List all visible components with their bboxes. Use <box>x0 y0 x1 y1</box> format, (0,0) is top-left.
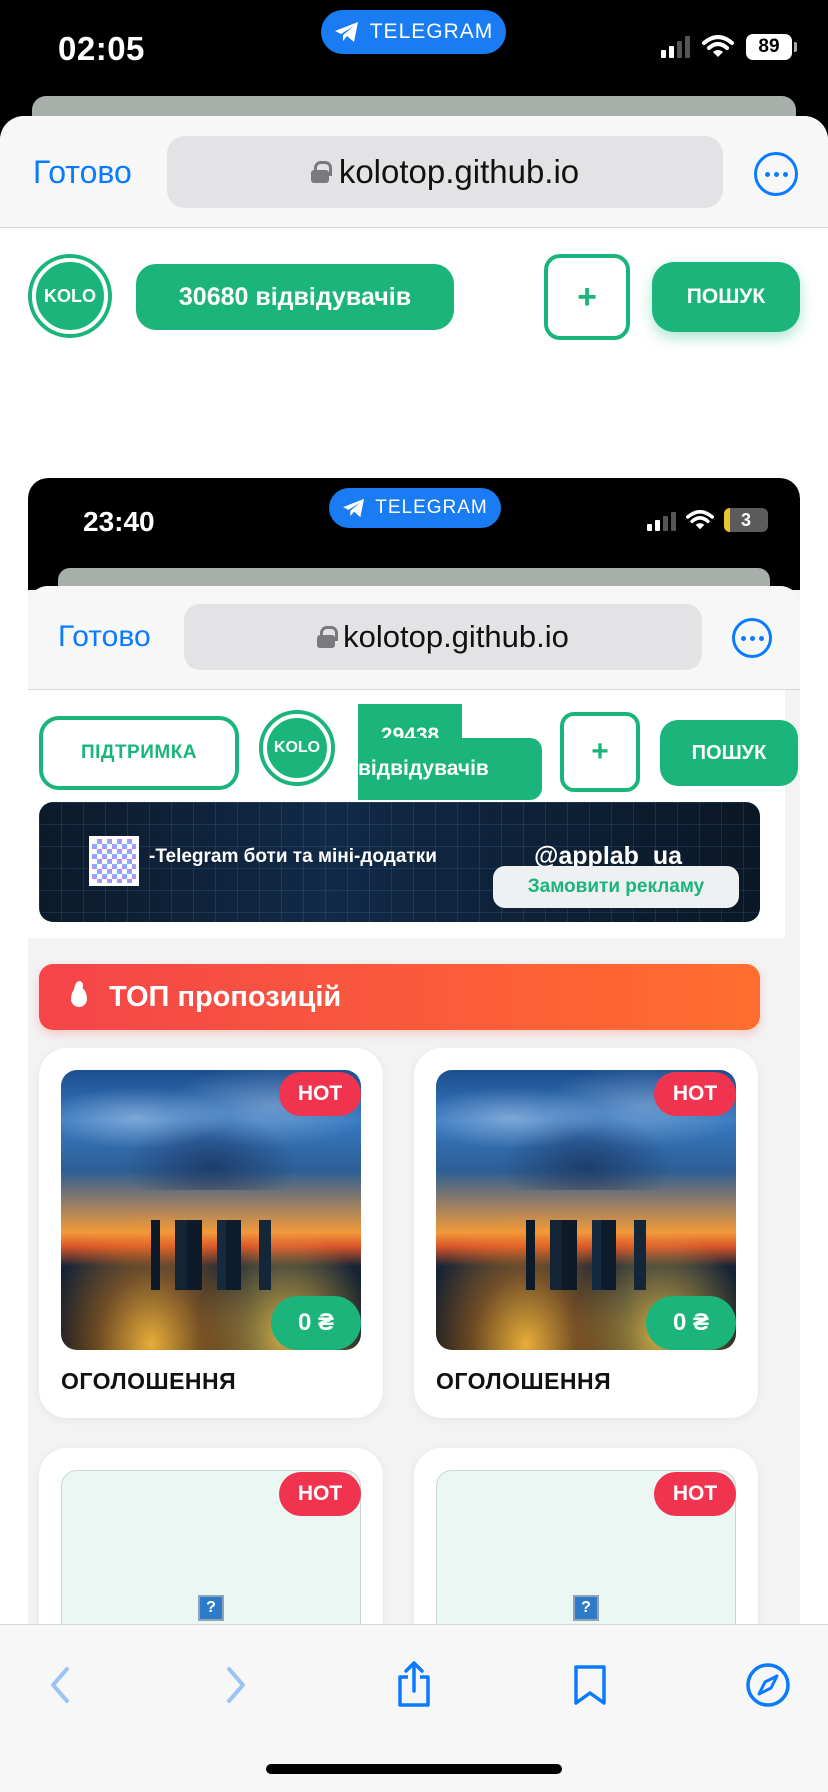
home-indicator <box>266 1764 562 1774</box>
price-badge: 0 ₴ <box>271 1296 361 1350</box>
web-page: KOLO 30680 відвідувачів + ПОШУК 23:40 TE… <box>0 228 828 1792</box>
inner-battery-icon: 3 <box>724 508 768 532</box>
broken-image-icon: ? <box>198 1595 224 1621</box>
inner-telegram-pill: TELEGRAM <box>329 488 501 528</box>
more-options-icon[interactable] <box>754 152 798 196</box>
inner-browser-sheet: Готово kolotop.github.io ПІДТРИМКА KOLO … <box>28 586 800 1742</box>
hot-badge: HOT <box>279 1472 361 1516</box>
inner-visitors-label: відвідувачів <box>358 738 542 800</box>
add-listing-button[interactable]: + <box>544 254 630 340</box>
share-icon[interactable] <box>384 1655 444 1715</box>
inner-add-button: + <box>560 712 640 792</box>
compass-icon[interactable] <box>738 1655 798 1715</box>
listing-card: HOT 0 ₴ ОГОЛОШЕННЯ <box>39 1048 383 1418</box>
telegram-return-pill[interactable]: TELEGRAM <box>321 10 506 54</box>
kolo-logo[interactable]: KOLO <box>28 254 112 338</box>
inner-status-indicators: 3 <box>647 508 768 532</box>
hot-badge: HOT <box>654 1472 736 1516</box>
telegram-icon <box>334 22 358 42</box>
search-button[interactable]: ПОШУК <box>652 262 800 332</box>
lock-icon <box>310 161 332 183</box>
kolo-logo-text: KOLO <box>32 258 108 334</box>
status-indicators: 89 <box>661 34 797 60</box>
visitors-counter: 30680 відвідувачів <box>136 264 454 330</box>
status-bar: 02:05 TELEGRAM 89 <box>0 0 828 100</box>
hot-badge: HOT <box>279 1072 361 1116</box>
flame-icon <box>71 987 87 1007</box>
inner-wifi-icon <box>686 509 714 529</box>
inner-browser-top-bar: Готово kolotop.github.io <box>28 586 800 690</box>
listing-card: HOT 0 ₴ ОГОЛОШЕННЯ <box>414 1048 758 1418</box>
order-ad-button: Замовити рекламу <box>493 866 739 908</box>
inner-address-bar: kolotop.github.io <box>184 604 702 670</box>
price-badge: 0 ₴ <box>646 1296 736 1350</box>
wifi-icon <box>702 35 734 57</box>
inner-done-button: Готово <box>58 620 151 653</box>
inner-url-text: kolotop.github.io <box>343 619 569 654</box>
inner-page-header: ПІДТРИМКА KOLO 29438 відвідувачів + ПОШУ… <box>28 690 798 938</box>
url-text: kolotop.github.io <box>338 153 580 190</box>
address-bar[interactable]: kolotop.github.io <box>167 136 723 208</box>
support-button: ПІДТРИМКА <box>39 716 239 790</box>
inner-search-button: ПОШУК <box>660 720 798 786</box>
browser-sheet: Готово kolotop.github.io KOLO 30680 відв… <box>0 116 828 1792</box>
listing-title: ОГОЛОШЕННЯ <box>436 1368 612 1394</box>
status-time: 02:05 <box>58 30 145 67</box>
hot-badge: HOT <box>654 1072 736 1116</box>
inner-telegram-icon <box>343 498 365 518</box>
battery-icon: 89 <box>746 34 797 60</box>
top-offers-title: ТОП пропозицій <box>109 980 342 1013</box>
done-button[interactable]: Готово <box>33 154 132 191</box>
qr-code-image <box>89 836 139 886</box>
browser-top-bar: Готово kolotop.github.io <box>0 116 828 228</box>
embedded-screenshot: 23:40 TELEGRAM 3 Готово kolotop.github.i… <box>28 478 800 1742</box>
signal-icon <box>661 36 690 58</box>
top-offers-header: ТОП пропозицій <box>39 964 760 1030</box>
ad-banner: -Telegram боти та міні-додатки @applab_u… <box>39 802 760 922</box>
inner-kolo-logo: KOLO <box>259 710 335 786</box>
inner-signal-icon <box>647 509 676 531</box>
inner-status-time: 23:40 <box>83 506 155 537</box>
banner-text: -Telegram боти та міні-додатки <box>149 846 437 867</box>
bookmarks-icon[interactable] <box>560 1655 620 1715</box>
back-icon[interactable] <box>30 1655 90 1715</box>
telegram-label: TELEGRAM <box>369 20 494 43</box>
inner-telegram-label: TELEGRAM <box>375 497 488 518</box>
inner-lock-icon <box>317 626 339 648</box>
inner-visitors-counter: 29438 відвідувачів <box>358 704 542 800</box>
broken-image-icon: ? <box>573 1595 599 1621</box>
inner-more-options-icon <box>732 618 772 658</box>
inner-kolo-logo-text: KOLO <box>263 714 331 782</box>
forward-icon[interactable] <box>206 1655 266 1715</box>
listing-title: ОГОЛОШЕННЯ <box>61 1368 237 1394</box>
